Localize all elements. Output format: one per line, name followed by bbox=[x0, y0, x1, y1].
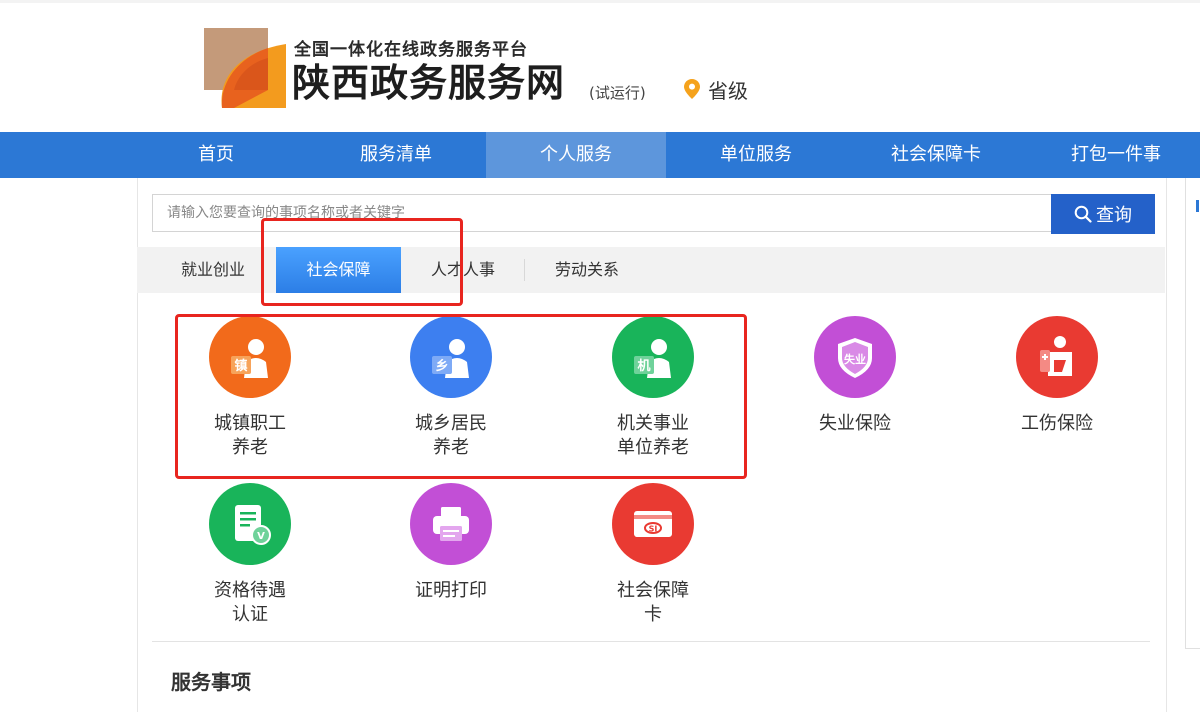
service-label-line1: 城镇职工 bbox=[214, 413, 286, 434]
qualification-certification-icon-text: V bbox=[257, 531, 265, 542]
service-label-line1: 机关事业 bbox=[617, 413, 689, 434]
search-button[interactable]: 查询 bbox=[1051, 194, 1155, 234]
nav-personal-services[interactable]: 个人服务 bbox=[486, 132, 666, 178]
top-border bbox=[0, 0, 1200, 3]
work-injury-insurance-icon bbox=[1016, 316, 1098, 398]
urban-worker-pension-icon: 镇 bbox=[209, 316, 291, 398]
unemployment-insurance-icon: 失业 bbox=[814, 316, 896, 398]
tab-social-security[interactable]: 社会保障 bbox=[276, 247, 401, 293]
site-logo-icon bbox=[204, 28, 286, 108]
service-social-security-card[interactable]: SI 社会保障卡 bbox=[578, 483, 728, 627]
tab-divider bbox=[524, 259, 525, 281]
nav-social-security-card[interactable]: 社会保障卡 bbox=[846, 132, 1026, 178]
nav-service-list[interactable]: 服务清单 bbox=[306, 132, 486, 178]
social-security-card-icon-text: SI bbox=[649, 525, 658, 534]
region-selector[interactable]: 省级 bbox=[684, 75, 748, 103]
search-icon bbox=[1074, 205, 1092, 223]
social-security-card-icon: SI bbox=[612, 483, 694, 565]
institution-pension-icon: 机 bbox=[612, 316, 694, 398]
service-label-line1: 证明打印 bbox=[415, 580, 487, 601]
service-unemployment-insurance[interactable]: 失业 失业保险 bbox=[780, 316, 930, 436]
service-label-line2: 单位养老 bbox=[617, 437, 689, 458]
service-label-line1: 城乡居民 bbox=[415, 413, 487, 434]
urban-worker-pension-icon-text: 镇 bbox=[234, 358, 247, 374]
service-urban-worker-pension[interactable]: 镇 城镇职工养老 bbox=[175, 316, 325, 460]
service-work-injury-insurance[interactable]: 工伤保险 bbox=[982, 316, 1132, 436]
service-rural-resident-pension[interactable]: 乡 城乡居民养老 bbox=[376, 316, 526, 460]
service-label-line1: 失业保险 bbox=[819, 413, 891, 434]
trial-run-label: (试运行) bbox=[589, 84, 646, 102]
location-pin-icon bbox=[684, 79, 700, 99]
service-label-line1: 资格待遇 bbox=[214, 580, 286, 601]
site-title: 陕西政务服务网 bbox=[292, 61, 566, 105]
search-input[interactable] bbox=[153, 195, 1052, 231]
main-nav: 首页 服务清单 个人服务 单位服务 社会保障卡 打包一件事 bbox=[0, 132, 1200, 178]
service-label-line2: 卡 bbox=[644, 604, 662, 625]
service-label-line2: 认证 bbox=[232, 604, 268, 625]
rural-resident-pension-icon-text: 乡 bbox=[435, 358, 448, 374]
search-box bbox=[152, 194, 1052, 232]
printer-icon bbox=[410, 483, 492, 565]
region-label: 省级 bbox=[708, 78, 748, 103]
category-tabs: 就业创业 社会保障 人才人事 劳动关系 bbox=[137, 247, 1165, 293]
search-button-label: 查询 bbox=[1096, 205, 1132, 226]
service-label-line1: 工伤保险 bbox=[1021, 413, 1093, 434]
section-title-service-items: 服务事项 bbox=[171, 670, 251, 694]
service-certificate-printing[interactable]: 证明打印 bbox=[376, 483, 526, 603]
service-label-line2: 养老 bbox=[232, 437, 268, 458]
service-qualification-certification[interactable]: V 资格待遇认证 bbox=[175, 483, 325, 627]
right-side-panel bbox=[1185, 178, 1200, 649]
service-label-line1: 社会保障 bbox=[617, 580, 689, 601]
tab-employment[interactable]: 就业创业 bbox=[167, 247, 259, 293]
section-divider bbox=[152, 641, 1150, 642]
service-label-line2: 养老 bbox=[433, 437, 469, 458]
tab-labor-relations[interactable]: 劳动关系 bbox=[541, 247, 633, 293]
service-institution-pension[interactable]: 机 机关事业单位养老 bbox=[578, 316, 728, 460]
institution-pension-icon-text: 机 bbox=[637, 358, 650, 374]
tab-talent-personnel[interactable]: 人才人事 bbox=[417, 247, 509, 293]
side-accent-bar bbox=[1196, 200, 1199, 212]
qualification-certification-icon: V bbox=[209, 483, 291, 565]
nav-package-one-thing[interactable]: 打包一件事 bbox=[1026, 132, 1200, 178]
nav-home[interactable]: 首页 bbox=[126, 132, 306, 178]
nav-unit-services[interactable]: 单位服务 bbox=[666, 132, 846, 178]
unemployment-insurance-icon-text: 失业 bbox=[844, 352, 866, 366]
platform-tagline: 全国一体化在线政务服务平台 bbox=[294, 40, 528, 60]
rural-resident-pension-icon: 乡 bbox=[410, 316, 492, 398]
